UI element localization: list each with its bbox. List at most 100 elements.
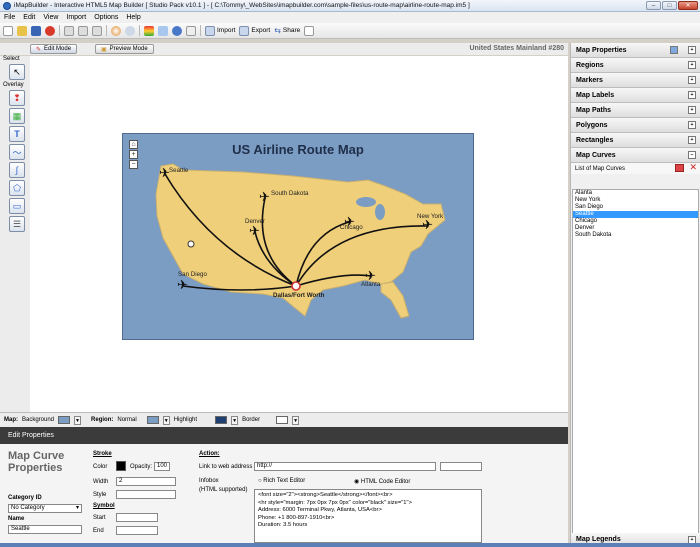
list-item[interactable]: Alanta	[573, 190, 698, 197]
section-label: Rectangles	[576, 136, 614, 144]
background-dropdown[interactable]: ▼	[74, 415, 82, 425]
normal-color-swatch[interactable]	[146, 416, 159, 424]
panel-rectangles[interactable]: Rectangles +	[571, 133, 700, 148]
collapse-icon[interactable]: −	[688, 151, 696, 159]
edit-mode-button[interactable]: ✎ Edit Mode	[30, 44, 78, 54]
rich-text-option[interactable]: ○ Rich Text Editor	[258, 478, 305, 484]
list-item[interactable]: New York	[573, 197, 698, 204]
menu-view[interactable]: View	[43, 14, 58, 21]
background-color-swatch[interactable]	[58, 416, 71, 424]
menu-import[interactable]: Import	[66, 14, 86, 21]
polygon-tool[interactable]: ⬠	[9, 180, 25, 196]
expand-icon[interactable]: +	[688, 91, 696, 99]
cursor-icon: ↖	[13, 66, 21, 77]
delete-icon[interactable]: ✕	[689, 163, 697, 172]
expand-icon[interactable]: +	[688, 136, 696, 144]
globe-icon[interactable]	[172, 25, 182, 36]
list-item[interactable]: San Diego	[573, 204, 698, 211]
section-label: Map Legends	[576, 536, 621, 543]
expand-icon[interactable]: +	[688, 106, 696, 114]
stroke-color-swatch[interactable]	[116, 461, 126, 471]
copy-icon[interactable]	[64, 25, 74, 36]
stop-icon[interactable]	[45, 25, 55, 36]
link-field[interactable]: http://	[254, 462, 436, 471]
list-item[interactable]: Chicago	[573, 218, 698, 225]
maximize-button[interactable]: □	[662, 1, 677, 10]
highlight-color-swatch[interactable]	[215, 416, 228, 424]
end-symbol-select[interactable]	[116, 526, 158, 535]
path-tool[interactable]: 〜	[9, 144, 25, 160]
palette-icon[interactable]	[144, 25, 154, 36]
menu-help[interactable]: Help	[126, 14, 140, 21]
export-button[interactable]: Export	[239, 25, 270, 36]
name-field[interactable]: Seattle	[8, 525, 82, 534]
zoom-out-button[interactable]: −	[129, 160, 138, 169]
panel-map-paths[interactable]: Map Paths +	[571, 103, 700, 118]
normal-dropdown[interactable]: ▼	[162, 415, 170, 425]
expand-icon[interactable]: +	[688, 121, 696, 129]
color-wheel-icon[interactable]	[111, 25, 121, 36]
expand-icon[interactable]: +	[688, 46, 696, 54]
action-heading: Action:	[199, 451, 220, 457]
opacity-field[interactable]: 100	[154, 462, 170, 471]
expand-icon[interactable]: +	[688, 76, 696, 84]
import-button[interactable]: Import	[205, 25, 235, 36]
rectangle-tool[interactable]: ▭	[9, 198, 25, 214]
panel-map-properties[interactable]: Map Properties +	[571, 43, 700, 58]
paste-icon[interactable]	[78, 25, 88, 36]
zoom-icon[interactable]	[125, 25, 135, 36]
panel-map-curves[interactable]: Map Curves −	[571, 148, 700, 163]
duplicate-icon[interactable]	[92, 25, 102, 36]
map-icon[interactable]	[670, 46, 678, 54]
minimize-button[interactable]: –	[646, 1, 661, 10]
panel-regions[interactable]: Regions +	[571, 58, 700, 73]
highlight-dropdown[interactable]: ▼	[231, 415, 239, 425]
curve-list[interactable]: Alanta New York San Diego Seattle Chicag…	[572, 189, 699, 547]
border-color-swatch[interactable]	[276, 416, 289, 424]
open-folder-icon[interactable]	[17, 25, 27, 36]
list-item-selected[interactable]: Seattle	[573, 211, 698, 218]
map-canvas[interactable]: ✈ ✈ ✈ ✈ ✈ ✈ ✈ Seattle South Dakota Denve…	[30, 56, 568, 412]
image-marker-tool[interactable]: ▦	[9, 108, 25, 124]
category-select[interactable]: No Category ▾	[8, 504, 82, 513]
panel-polygons[interactable]: Polygons +	[571, 118, 700, 133]
list-item[interactable]: South Dakota	[573, 232, 698, 239]
panel-markers[interactable]: Markers +	[571, 73, 700, 88]
close-button[interactable]: ✕	[678, 1, 698, 10]
zoom-in-button[interactable]: +	[129, 150, 138, 159]
page-icon[interactable]	[304, 25, 315, 36]
select-tool[interactable]: ↖	[9, 64, 25, 80]
menu-file[interactable]: File	[4, 14, 15, 21]
menu-options[interactable]: Options	[94, 14, 118, 21]
legend-tool[interactable]: ☰	[9, 216, 25, 232]
layers-icon[interactable]	[158, 25, 168, 36]
label-tool[interactable]: T	[9, 126, 25, 142]
us-map[interactable]: ✈ ✈ ✈ ✈ ✈ ✈ ✈ Seattle South Dakota Denve…	[123, 134, 475, 341]
map-frame[interactable]: ✈ ✈ ✈ ✈ ✈ ✈ ✈ Seattle South Dakota Denve…	[122, 133, 474, 340]
curve-list-title: List of Map Curves	[575, 165, 626, 172]
style-select[interactable]	[116, 490, 176, 499]
preview-mode-button[interactable]: ▣ Preview Mode	[95, 44, 154, 54]
expand-icon[interactable]: +	[688, 61, 696, 69]
share-button[interactable]: ⇆ Share	[274, 26, 300, 35]
start-symbol-select[interactable]	[116, 513, 158, 522]
panel-map-labels[interactable]: Map Labels +	[571, 88, 700, 103]
home-icon[interactable]: ⌂	[129, 140, 138, 149]
save-icon[interactable]	[31, 25, 41, 36]
marker-tool[interactable]: ❢	[9, 90, 25, 106]
html-code-option[interactable]: ◉ HTML Code Editor	[354, 478, 410, 485]
width-select[interactable]: 2	[116, 477, 176, 486]
border-dropdown[interactable]: ▼	[292, 415, 300, 425]
new-file-icon[interactable]	[3, 25, 13, 36]
infobox-editor[interactable]: <font size="2"><strong>Seattle</strong><…	[254, 489, 482, 543]
section-label: Map Curves	[576, 151, 616, 159]
delete-all-icon[interactable]	[675, 164, 684, 172]
curve-tool[interactable]: ∫	[9, 162, 25, 178]
radio-selected-icon: ◉	[354, 479, 360, 485]
list-item[interactable]: Denver	[573, 225, 698, 232]
menu-edit[interactable]: Edit	[23, 14, 35, 21]
start-label: Start	[93, 515, 106, 521]
section-label: Polygons	[576, 121, 608, 129]
link-target-select[interactable]	[440, 462, 482, 471]
settings-icon[interactable]	[186, 25, 196, 36]
